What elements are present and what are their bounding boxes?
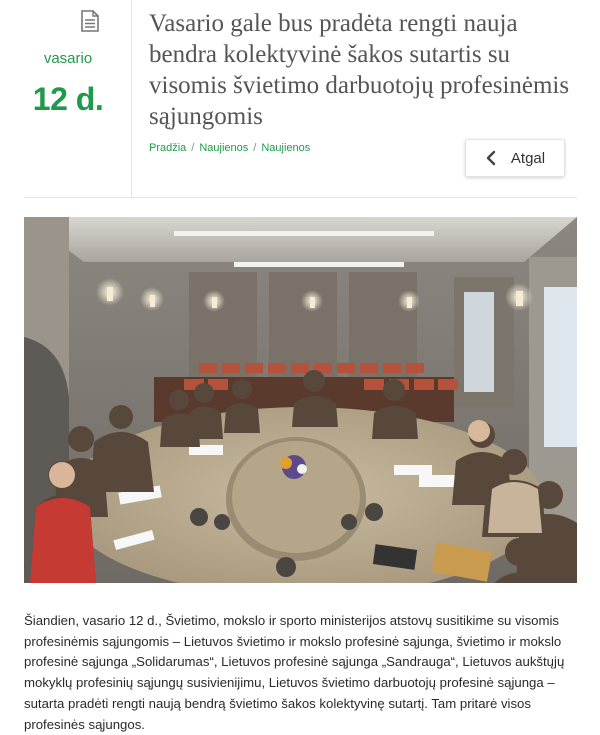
breadcrumb: Pradžia / Naujienos / Naujienos xyxy=(149,142,310,154)
breadcrumb-news[interactable]: Naujienos xyxy=(199,142,248,154)
chevron-left-icon xyxy=(486,150,496,166)
document-icon xyxy=(81,10,99,32)
breadcrumb-separator: / xyxy=(191,142,195,154)
article-body: Šiandien, vasario 12 d., Švietimo, moksl… xyxy=(24,613,565,732)
date-month: vasario xyxy=(43,50,93,67)
meeting-photo-illustration xyxy=(24,217,577,583)
header-divider xyxy=(24,197,577,198)
back-button[interactable]: Atgal xyxy=(465,139,565,177)
back-button-label: Atgal xyxy=(510,149,546,167)
meeting-room-photo xyxy=(24,217,577,583)
breadcrumb-home[interactable]: Pradžia xyxy=(149,142,186,154)
date-block: vasario 12 d. xyxy=(24,0,132,197)
breadcrumb-separator: / xyxy=(253,142,257,154)
breadcrumb-news-current[interactable]: Naujienos xyxy=(261,142,310,154)
date-day: 12 d. xyxy=(32,81,104,117)
article-title: Vasario gale bus pradėta rengti nauja be… xyxy=(149,10,570,130)
